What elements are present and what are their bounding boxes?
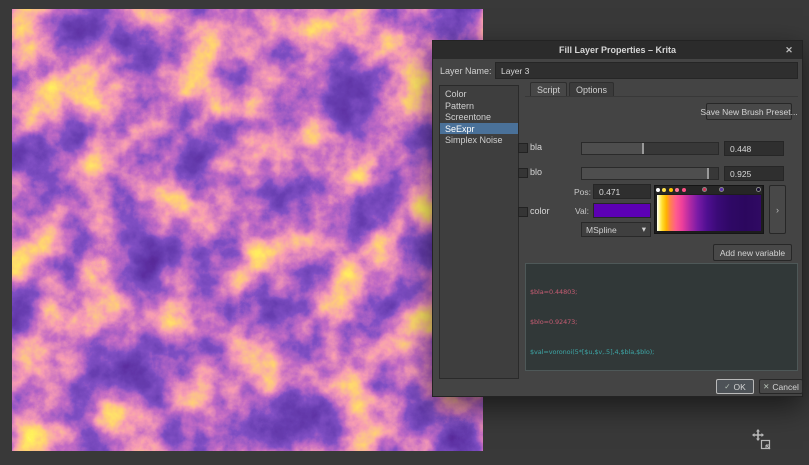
cross-icon: ✕ — [763, 382, 769, 391]
list-item-color[interactable]: Color — [440, 88, 518, 100]
check-icon: ✓ — [724, 382, 730, 391]
layer-name-input[interactable]: Layer 3 — [495, 62, 798, 79]
save-new-brush-preset-button[interactable]: Save New Brush Preset... — [706, 103, 792, 120]
cancel-label: Cancel — [772, 382, 798, 392]
list-item-pattern[interactable]: Pattern — [440, 100, 518, 112]
pos-input[interactable]: 0.471 — [593, 184, 651, 199]
gradient-stop-marker[interactable] — [656, 188, 660, 192]
gradient-strip[interactable] — [657, 195, 761, 231]
bla-slider-handle[interactable] — [642, 143, 644, 154]
add-new-variable-button[interactable]: Add new variable — [713, 244, 792, 261]
mouse-cursor — [752, 429, 778, 455]
script-line: $blo=0.92473; — [530, 317, 793, 327]
gradient-editor[interactable] — [654, 185, 764, 234]
list-item-simplex-noise[interactable]: Simplex Noise — [440, 134, 518, 146]
list-item-screentone[interactable]: Screentone — [440, 111, 518, 123]
tab-bar: Script Options — [530, 82, 614, 97]
gradient-next-button[interactable]: › — [769, 185, 786, 234]
color-checkbox[interactable] — [518, 207, 528, 217]
transform-cursor-icon — [760, 439, 771, 450]
desktop: { "window": { "title": "Fill Layer Prope… — [0, 0, 809, 465]
dialog-titlebar[interactable]: Fill Layer Properties – Krita ✕ — [433, 41, 802, 59]
layer-name-label: Layer Name: — [440, 66, 492, 76]
blo-slider[interactable] — [581, 167, 719, 180]
tab-options[interactable]: Options — [569, 82, 614, 97]
dialog-title: Fill Layer Properties – Krita — [559, 45, 676, 55]
gradient-stop-marker[interactable] — [662, 188, 666, 192]
blo-label: blo — [530, 167, 542, 177]
fill-layer-preview — [12, 9, 483, 451]
fill-layer-properties-dialog: Fill Layer Properties – Krita ✕ Layer Na… — [432, 40, 803, 397]
pos-value: 0.471 — [599, 187, 620, 197]
blo-value: 0.925 — [730, 169, 751, 179]
bla-value-field[interactable]: 0.448 — [724, 141, 784, 156]
bla-value: 0.448 — [730, 144, 751, 154]
tab-script[interactable]: Script — [530, 82, 567, 97]
ok-label: OK — [734, 382, 746, 392]
gradient-stops-bar[interactable] — [656, 186, 762, 194]
gradient-stop-marker[interactable] — [682, 188, 686, 192]
layer-name-value: Layer 3 — [501, 66, 529, 76]
ok-button[interactable]: ✓ OK — [716, 379, 754, 394]
seexpr-script-editor[interactable]: $bla=0.44803; $blo=0.92473; $val=voronoi… — [525, 263, 798, 371]
list-item-seexpr[interactable]: SeExpr — [440, 123, 518, 135]
bla-slider[interactable] — [581, 142, 719, 155]
blo-checkbox[interactable] — [518, 168, 528, 178]
bla-slider-fill — [582, 143, 643, 154]
cancel-button[interactable]: ✕ Cancel — [759, 379, 803, 394]
color-label: color — [530, 206, 550, 216]
chevron-right-icon: › — [776, 205, 779, 215]
gradient-stop-marker[interactable] — [719, 187, 724, 192]
gradient-stop-marker[interactable] — [702, 187, 707, 192]
script-line: $bla=0.44803; — [530, 287, 793, 297]
blo-slider-fill — [582, 168, 708, 179]
gradient-stop-marker[interactable] — [756, 187, 761, 192]
gradient-stop-marker[interactable] — [675, 188, 679, 192]
gradient-stop-marker[interactable] — [669, 188, 673, 192]
generator-list: Color Pattern Screentone SeExpr Simplex … — [439, 85, 519, 379]
val-color-swatch[interactable] — [593, 203, 651, 218]
chevron-down-icon: ▾ — [642, 224, 646, 235]
blo-value-field[interactable]: 0.925 — [724, 166, 784, 181]
pos-label: Pos: — [574, 187, 591, 197]
interpolation-dropdown[interactable]: MSpline ▾ — [581, 222, 651, 237]
krita-canvas[interactable] — [12, 9, 483, 451]
close-icon[interactable]: ✕ — [783, 44, 795, 56]
interpolation-value: MSpline — [586, 225, 617, 235]
bla-label: bla — [530, 142, 542, 152]
bla-checkbox[interactable] — [518, 143, 528, 153]
script-line: $val=voronoi(5*[$u,$v,.5],4,$bla,$blo); — [530, 347, 793, 357]
blo-slider-handle[interactable] — [707, 168, 709, 179]
val-label: Val: — [575, 206, 589, 216]
